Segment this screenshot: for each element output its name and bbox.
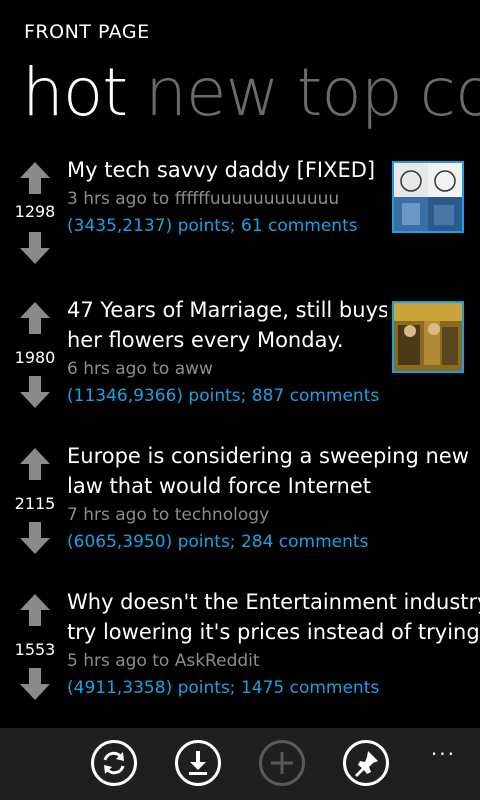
vote-column: 2115 [14, 446, 56, 556]
post-title-line: her flowers every Monday. [67, 328, 344, 352]
thumbnail[interactable] [392, 161, 464, 233]
post-title[interactable]: Europe is considering a sweeping new law… [67, 441, 472, 501]
vote-column: 1553 [14, 592, 56, 702]
post-title-line: Europe is considering a sweeping new [67, 444, 469, 468]
refresh-icon [103, 751, 125, 775]
list-item[interactable]: 1553 Why doesn't the Entertainment indus… [0, 587, 480, 717]
post-title[interactable]: My tech savvy daddy [FIXED] [67, 155, 387, 185]
post-title-line: Why doesn't the Entertainment industry [67, 590, 480, 614]
score: 2115 [14, 494, 56, 513]
tab-new[interactable]: new [145, 54, 279, 131]
list-item[interactable]: 2115 Europe is considering a sweeping ne… [0, 441, 480, 571]
tab-hot[interactable]: hot [22, 54, 128, 131]
downvote-icon[interactable] [19, 230, 51, 266]
downvote-icon[interactable] [19, 374, 51, 410]
points-comments-link[interactable]: (11346,9366) points; 887 comments [67, 386, 379, 406]
score: 1298 [14, 202, 56, 221]
thumbnail[interactable] [392, 301, 464, 373]
refresh-button[interactable] [91, 740, 137, 786]
points-comments-link[interactable]: (6065,3950) points; 284 comments [67, 532, 368, 552]
score: 1553 [14, 640, 56, 659]
points-comments-link[interactable]: (3435,2137) points; 61 comments [67, 216, 358, 236]
upvote-icon[interactable] [19, 300, 51, 336]
post-title-line: 47 Years of Marriage, still buys [67, 298, 387, 322]
app-title: FRONT PAGE [24, 21, 150, 43]
post-meta: 6 hrs ago to aww [67, 359, 213, 379]
app-bar: ... [0, 728, 480, 800]
more-options-button[interactable]: ... [431, 736, 456, 760]
tab-controversial[interactable]: co [420, 54, 480, 131]
downvote-icon[interactable] [19, 666, 51, 702]
points-comments-link[interactable]: (4911,3358) points; 1475 comments [67, 678, 379, 698]
post-title-line: law that would force Internet [67, 474, 371, 498]
list-item[interactable]: 1298 My tech savvy daddy [FIXED] 3 hrs a… [0, 155, 480, 275]
upvote-icon[interactable] [19, 592, 51, 628]
upvote-icon[interactable] [19, 446, 51, 482]
download-button[interactable] [175, 740, 221, 786]
pivot-header: hot new top co [22, 48, 480, 138]
upvote-icon[interactable] [19, 160, 51, 196]
post-title-line: try lowering it's prices instead of tryi… [67, 620, 480, 644]
post-meta: 3 hrs ago to ffffffuuuuuuuuuuuu [67, 189, 340, 209]
pin-button[interactable] [343, 740, 389, 786]
pin-icon [355, 751, 378, 777]
vote-column: 1980 [14, 300, 56, 410]
post-meta: 7 hrs ago to technology [67, 505, 270, 525]
add-button[interactable] [259, 740, 305, 786]
vote-column: 1298 [14, 160, 56, 270]
post-title[interactable]: Why doesn't the Entertainment industry t… [67, 587, 480, 647]
add-icon [271, 752, 293, 774]
list-item[interactable]: 1980 47 Years of Marriage, still buys he… [0, 295, 480, 425]
post-title[interactable]: 47 Years of Marriage, still buys her flo… [67, 295, 387, 355]
downvote-icon[interactable] [19, 520, 51, 556]
post-title-line: My tech savvy daddy [FIXED] [67, 158, 376, 182]
score: 1980 [14, 348, 56, 367]
download-icon [189, 751, 207, 775]
post-meta: 5 hrs ago to AskReddit [67, 651, 260, 671]
tab-top[interactable]: top [297, 54, 403, 131]
